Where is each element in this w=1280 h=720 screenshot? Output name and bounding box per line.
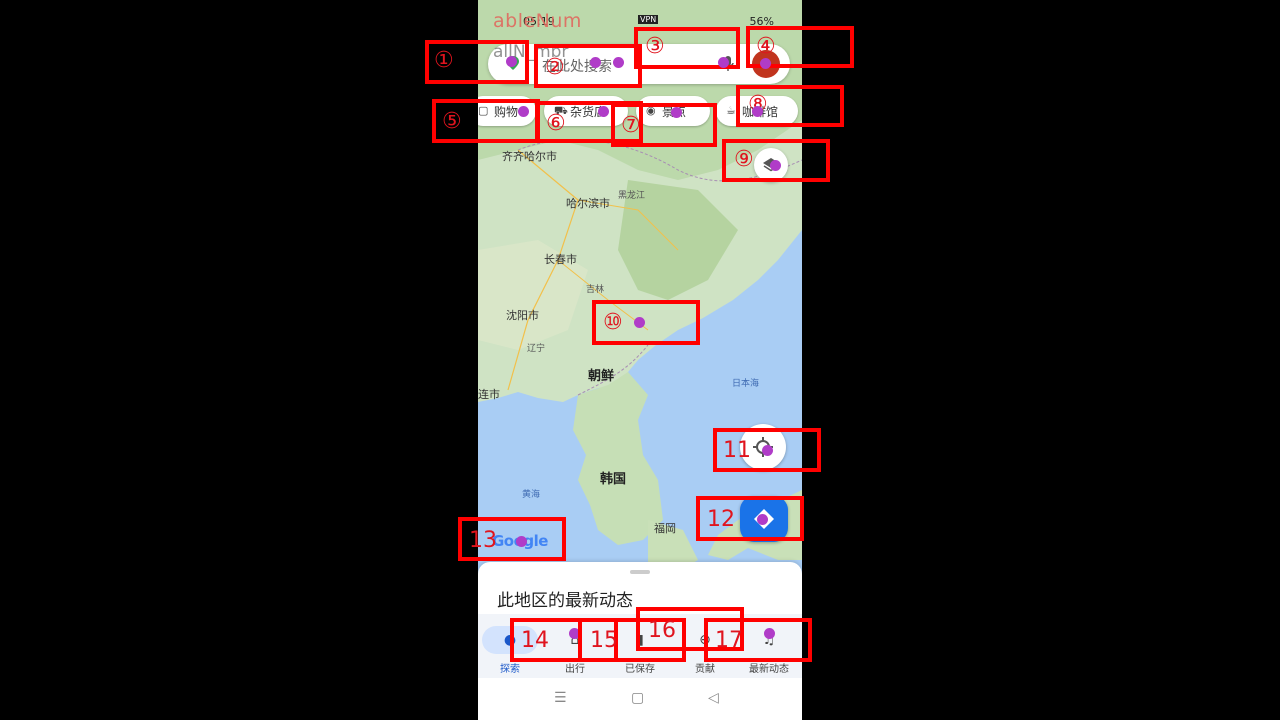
annotation-number-10: ⑩ bbox=[603, 310, 623, 335]
watermark-overlay: ableNum bbox=[493, 10, 582, 32]
nav-label: 最新动态 bbox=[749, 664, 789, 675]
marker-dot-13 bbox=[516, 536, 527, 547]
marker-dot-1 bbox=[506, 56, 517, 67]
map-label-jilin: 吉林 bbox=[586, 285, 605, 295]
annotation-number-4: ④ bbox=[756, 34, 776, 59]
system-navigation-bar: ☰ ▢ ◁ bbox=[478, 678, 802, 720]
annotation-number-9: ⑨ bbox=[734, 147, 754, 172]
map-label-liaoning: 辽宁 bbox=[527, 344, 546, 354]
annotation-number-12: 12 bbox=[707, 507, 735, 532]
annotation-number-5: ⑤ bbox=[442, 109, 462, 134]
annotation-number-17: 17 bbox=[715, 628, 743, 653]
marker-dot-2a bbox=[590, 57, 601, 68]
marker-dot-2b bbox=[613, 57, 624, 68]
map-label-qiqihar: 齐齐哈尔市 bbox=[502, 150, 557, 163]
nav-label: 贡献 bbox=[695, 664, 715, 675]
annotation-number-7: ⑦ bbox=[621, 113, 641, 138]
annotation-number-15: 15 bbox=[590, 628, 618, 653]
nav-label: 探索 bbox=[500, 664, 520, 675]
vpn-badge: VPN bbox=[638, 15, 659, 24]
annotation-number-13: 13 bbox=[469, 528, 497, 553]
marker-dot-10 bbox=[634, 317, 645, 328]
marker-dot-5 bbox=[518, 106, 529, 117]
annotation-number-2: ② bbox=[545, 55, 565, 80]
marker-dot-17 bbox=[764, 628, 775, 639]
marker-dot-12 bbox=[757, 514, 768, 525]
home-button[interactable]: ▢ bbox=[631, 690, 644, 706]
map-label-fukuoka: 福岡 bbox=[654, 522, 676, 535]
map-label-dalian: 连市 bbox=[478, 388, 500, 401]
annotation-number-1: ① bbox=[434, 48, 454, 73]
annotation-number-3: ③ bbox=[645, 34, 665, 59]
sheet-drag-handle[interactable] bbox=[630, 570, 650, 574]
annotation-number-14: 14 bbox=[521, 628, 549, 653]
annotation-number-6: ⑥ bbox=[546, 111, 566, 136]
recent-apps-button[interactable]: ☰ bbox=[554, 690, 567, 706]
nav-label: 已保存 bbox=[625, 664, 655, 675]
map-label-harbin: 哈尔滨市 bbox=[566, 197, 610, 210]
sheet-title: 此地区的最新动态 bbox=[497, 591, 633, 611]
map-label-north-korea: 朝鲜 bbox=[588, 369, 615, 384]
annotation-number-11: 11 bbox=[723, 438, 751, 463]
marker-dot-3 bbox=[718, 57, 729, 68]
marker-dot-4 bbox=[760, 58, 771, 69]
map-label-south-korea: 韩国 bbox=[600, 472, 627, 487]
back-button[interactable]: ◁ bbox=[708, 690, 719, 706]
annotation-number-16: 16 bbox=[648, 618, 676, 643]
marker-dot-9 bbox=[770, 160, 781, 171]
map-label-heilongjiang: 黑龙江 bbox=[618, 191, 646, 201]
map-label-shenyang: 沈阳市 bbox=[506, 309, 539, 322]
map-label-yellow-sea: 黄海 bbox=[522, 490, 541, 500]
marker-dot-8 bbox=[752, 106, 763, 117]
map-label-changchun: 长春市 bbox=[544, 253, 577, 266]
marker-dot-11 bbox=[762, 445, 773, 456]
nav-label: 出行 bbox=[565, 664, 585, 675]
map-label-sea-of-japan: 日本海 bbox=[732, 379, 760, 389]
marker-dot-6 bbox=[598, 106, 609, 117]
marker-dot-7 bbox=[671, 107, 682, 118]
